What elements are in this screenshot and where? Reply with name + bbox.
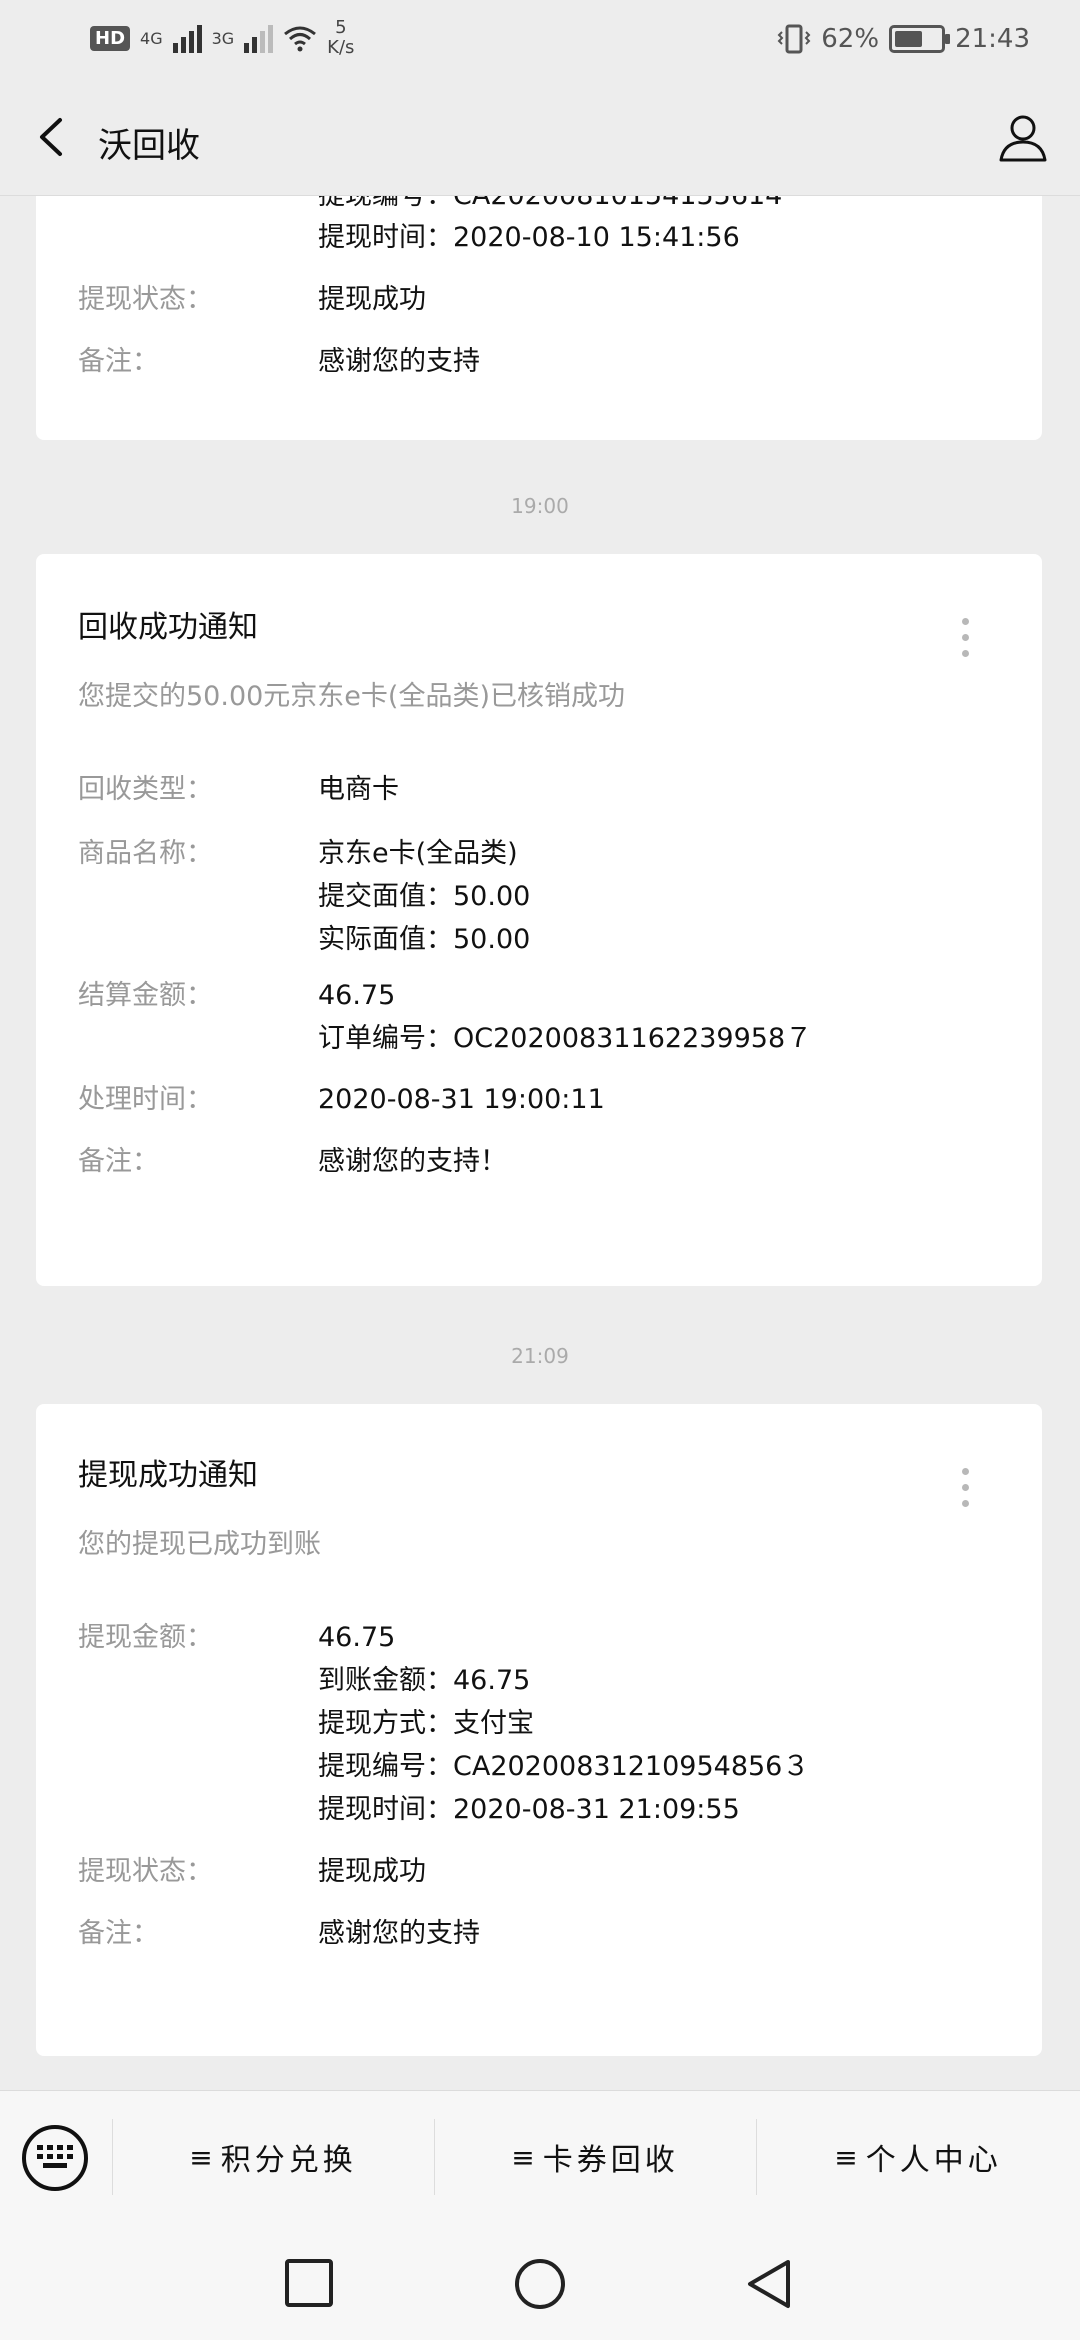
- user-icon[interactable]: [996, 110, 1050, 164]
- withdraw-success-card[interactable]: 提现成功通知 您的提现已成功到账 提现金额： 46.75 到账金额：46.75 …: [36, 1404, 1042, 2056]
- system-nav-bar: [0, 2220, 1080, 2340]
- message-feed[interactable]: 提现编号：CA20200810154155614 提现时间：2020-08-10…: [0, 196, 1080, 2090]
- card-description: 您的提现已成功到账: [78, 1529, 321, 1560]
- more-options-icon[interactable]: [962, 1468, 972, 1516]
- net-speed: 5 K/s: [327, 18, 354, 58]
- detail-value: 2020-08-31 19:00:11: [318, 1084, 605, 1115]
- detail-label: 提现状态：: [78, 1856, 213, 1887]
- keyboard-icon[interactable]: [22, 2125, 88, 2191]
- clock: 21:43: [955, 24, 1030, 54]
- menu-label: 积分兑换: [220, 2143, 357, 2178]
- detail-value: 感谢您的支持: [318, 346, 480, 377]
- detail-value: 提交面值：50.00: [318, 881, 531, 912]
- bottom-menu: ≡ 积分兑换 ≡ 卡券回收 ≡ 个人中心: [0, 2090, 1080, 2220]
- recycle-success-card[interactable]: 回收成功通知 您提交的50.00元京东e卡(全品类)已核销成功 回收类型： 电商…: [36, 554, 1042, 1286]
- detail-label: 回收类型：: [78, 774, 213, 805]
- detail-label: 备注：: [78, 1918, 159, 1949]
- detail-value: 订单编号：OC20200831162239958７: [318, 1023, 813, 1054]
- message-timestamp: 21:09: [511, 1344, 569, 1368]
- signal-icon: [172, 23, 202, 53]
- menu-personal-center[interactable]: ≡ 个人中心: [756, 2119, 1080, 2195]
- menu-icon: ≡: [189, 2140, 213, 2174]
- detail-value: 提现编号：CA20200831210954856３: [318, 1751, 810, 1782]
- withdraw-card-previous: 提现编号：CA20200810154155614 提现时间：2020-08-10…: [36, 196, 1042, 440]
- card-title: 回收成功通知: [78, 610, 258, 645]
- menu-icon: ≡: [511, 2140, 535, 2174]
- detail-value: 46.75: [318, 980, 396, 1011]
- detail-value: 提现成功: [318, 284, 426, 315]
- detail-label: 商品名称：: [78, 838, 213, 869]
- hd-badge: HD: [90, 25, 131, 51]
- status-right: 62% 21:43: [777, 22, 1030, 56]
- sim1-type: 4G: [140, 28, 163, 48]
- detail-value: 提现时间：2020-08-31 21:09:55: [318, 1794, 740, 1825]
- detail-label: 结算金额：: [78, 980, 213, 1011]
- square-icon[interactable]: [284, 2258, 334, 2308]
- detail-value: 提现方式：支付宝: [318, 1708, 534, 1739]
- detail-label: 提现状态：: [78, 284, 213, 315]
- detail-label: 提现金额：: [78, 1622, 213, 1653]
- menu-label: 卡券回收: [542, 2143, 679, 2178]
- menu-icon: ≡: [834, 2140, 858, 2174]
- detail-label: 处理时间：: [78, 1084, 213, 1115]
- detail-value: 提现时间：2020-08-10 15:41:56: [318, 222, 740, 253]
- menu-card-recycle[interactable]: ≡ 卡券回收: [434, 2119, 756, 2195]
- page-title: 沃回收: [98, 126, 200, 166]
- detail-value: 提现编号：CA20200810154155614: [318, 196, 782, 217]
- detail-value: 感谢您的支持！: [318, 1146, 507, 1177]
- net-speed-value: 5: [335, 17, 347, 38]
- detail-value: 电商卡: [318, 774, 399, 805]
- message-timestamp: 19:00: [511, 494, 569, 518]
- detail-value: 感谢您的支持: [318, 1918, 480, 1949]
- menu-label: 个人中心: [865, 2143, 1002, 2178]
- wifi-icon: [284, 26, 317, 52]
- detail-value: 实际面值：50.00: [318, 924, 531, 955]
- net-speed-unit: K/s: [327, 37, 355, 58]
- triangle-back-icon[interactable]: [744, 2258, 794, 2310]
- chevron-left-icon[interactable]: [28, 112, 78, 162]
- app-header: 沃回收: [0, 80, 1080, 196]
- detail-label: 备注：: [78, 1146, 159, 1177]
- detail-label: 备注：: [78, 346, 159, 377]
- menu-points-exchange[interactable]: ≡ 积分兑换: [112, 2119, 434, 2195]
- detail-value: 到账金额：46.75: [318, 1665, 531, 1696]
- detail-value: 京东e卡(全品类): [318, 838, 518, 869]
- circle-icon[interactable]: [514, 2258, 566, 2310]
- detail-value: 提现成功: [318, 1856, 426, 1887]
- card-description: 您提交的50.00元京东e卡(全品类)已核销成功: [78, 681, 625, 712]
- detail-value: 46.75: [318, 1622, 396, 1653]
- sim2-type: 3G: [211, 28, 235, 48]
- more-options-icon[interactable]: [962, 618, 972, 666]
- battery-fill: [895, 31, 923, 47]
- signal-icon-2: [244, 23, 274, 53]
- vibrate-icon: [777, 24, 811, 54]
- status-bar: HD 4G 3G 5 K/s 62% 21:43: [0, 0, 1080, 80]
- battery-icon: [889, 25, 951, 53]
- status-left: HD 4G 3G 5 K/s: [90, 18, 354, 58]
- battery-percent: 62%: [821, 24, 880, 54]
- card-title: 提现成功通知: [78, 1458, 258, 1493]
